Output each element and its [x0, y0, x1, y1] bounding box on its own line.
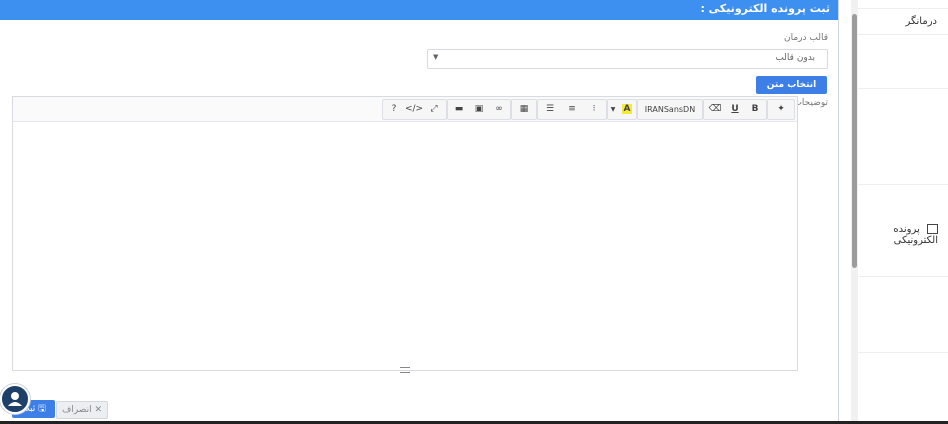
link-icon[interactable]: ∞: [489, 100, 509, 119]
chevron-down-icon: ▼: [433, 53, 439, 61]
eraser-icon[interactable]: ⌫: [705, 100, 725, 119]
toolbar-group-magic: ✦: [767, 99, 795, 120]
sidebar-item-electronic-record[interactable]: پرونده الکترونیکی: [858, 224, 938, 246]
toolbar-group-style: ⌫ U B: [703, 99, 767, 120]
cancel-button[interactable]: ✕ انصراف: [56, 401, 108, 419]
ready-text-button[interactable]: انتخاب متن آماده: [756, 76, 827, 108]
help-button[interactable]: ?: [384, 100, 404, 119]
editor-content-area[interactable]: [13, 122, 797, 370]
underline-button[interactable]: U: [725, 100, 745, 119]
toolbar-group-insert: ▬ ▣ ∞: [447, 99, 511, 120]
divider: [858, 352, 948, 353]
save-icon: 🖫: [38, 404, 46, 414]
divider: [858, 8, 948, 9]
divider: [858, 184, 948, 185]
toolbar-group-table: ▦: [511, 99, 537, 120]
code-view-button[interactable]: </>: [404, 100, 424, 119]
panel-title: ثبت پرونده الکترونیکی :: [700, 2, 830, 15]
editor-toolbar: ? </> ⤢ ▬ ▣ ∞ ▦ ☰ ≡ ⁝ ▼ A IRANSansDN ⌫ U…: [13, 97, 797, 122]
divider: [858, 276, 948, 277]
support-avatar-icon[interactable]: [0, 384, 30, 414]
font-name-select[interactable]: IRANSansDN: [641, 100, 699, 119]
video-icon[interactable]: ▬: [449, 100, 469, 119]
rich-text-editor: ? </> ⤢ ▬ ▣ ∞ ▦ ☰ ≡ ⁝ ▼ A IRANSansDN ⌫ U…: [12, 96, 798, 373]
fullscreen-icon[interactable]: ⤢: [424, 100, 444, 119]
scrollbar-thumb[interactable]: [852, 14, 857, 268]
magic-wand-icon[interactable]: ✦: [771, 100, 791, 119]
template-select[interactable]: بدون قالب ▼: [427, 49, 828, 69]
toolbar-group-view: ? </> ⤢: [382, 99, 447, 120]
toolbar-group-paragraph: ☰ ≡ ⁝: [537, 99, 607, 120]
highlight-color-button[interactable]: A: [620, 100, 634, 119]
archive-box-icon: [927, 224, 938, 234]
panel-header: ثبت پرونده الکترونیکی :: [0, 0, 838, 20]
ordered-list-icon[interactable]: ≡: [562, 100, 582, 119]
description-label: توضیحات: [793, 98, 828, 108]
picture-icon[interactable]: ▣: [469, 100, 489, 119]
toolbar-group-font: IRANSansDN: [637, 99, 703, 120]
unordered-list-icon[interactable]: ⁝: [584, 100, 604, 119]
cancel-label: انصراف: [61, 405, 92, 415]
align-icon[interactable]: ☰: [540, 100, 560, 119]
chevron-down-icon[interactable]: ▼: [608, 100, 618, 119]
divider: [858, 88, 948, 89]
record-form-panel: ثبت پرونده الکترونیکی : قالب درمان بدون …: [0, 0, 839, 424]
template-label: قالب درمان: [783, 33, 828, 43]
resize-handle[interactable]: [400, 367, 410, 373]
divider: [858, 34, 948, 35]
sidebar: درمانگر پرونده الکترونیکی: [858, 0, 948, 424]
template-select-value: بدون قالب: [775, 53, 815, 63]
bold-button[interactable]: B: [745, 100, 765, 119]
toolbar-group-color: ▼ A: [607, 99, 637, 120]
close-icon: ✕: [94, 405, 103, 415]
sidebar-item-doctor[interactable]: درمانگر: [905, 16, 937, 27]
person-icon: [8, 392, 22, 406]
table-icon[interactable]: ▦: [514, 100, 534, 119]
highlight-a-icon: A: [621, 104, 633, 114]
